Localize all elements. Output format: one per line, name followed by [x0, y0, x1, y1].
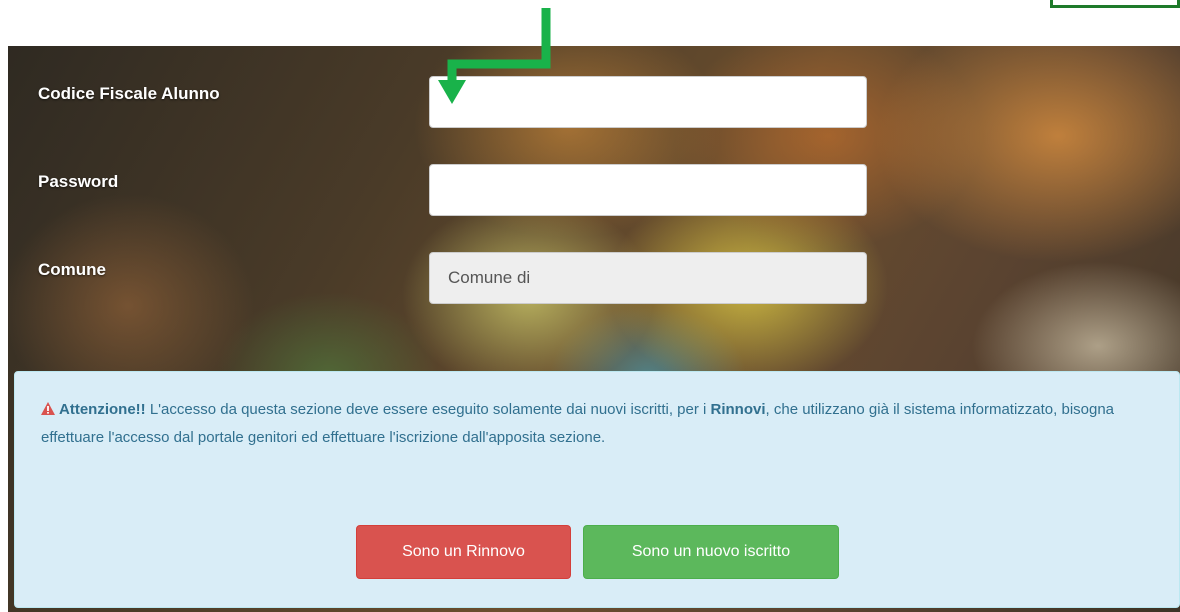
password-label: Password — [38, 172, 119, 191]
corner-annotation-box — [1050, 0, 1180, 8]
warning-icon — [41, 402, 55, 415]
login-panel: Codice Fiscale Alunno Password Comune Co… — [8, 46, 1180, 612]
alert-text-before: L'accesso da questa sezione deve essere … — [145, 401, 711, 418]
comune-field: Comune di — [429, 252, 867, 304]
new-enrollment-button[interactable]: Sono un nuovo iscritto — [583, 525, 839, 579]
alert-highlight: Rinnovi — [710, 401, 766, 418]
alert-title: Attenzione!! — [59, 401, 146, 418]
password-input[interactable] — [429, 164, 867, 216]
comune-label: Comune — [38, 260, 106, 279]
down-arrow-icon — [438, 8, 551, 104]
codice-fiscale-label: Codice Fiscale Alunno — [38, 84, 220, 103]
renew-button[interactable]: Sono un Rinnovo — [356, 525, 571, 579]
alert-message: Attenzione!! L'accesso da questa sezione… — [41, 396, 1161, 452]
attention-alert: Attenzione!! L'accesso da questa sezione… — [14, 371, 1180, 608]
